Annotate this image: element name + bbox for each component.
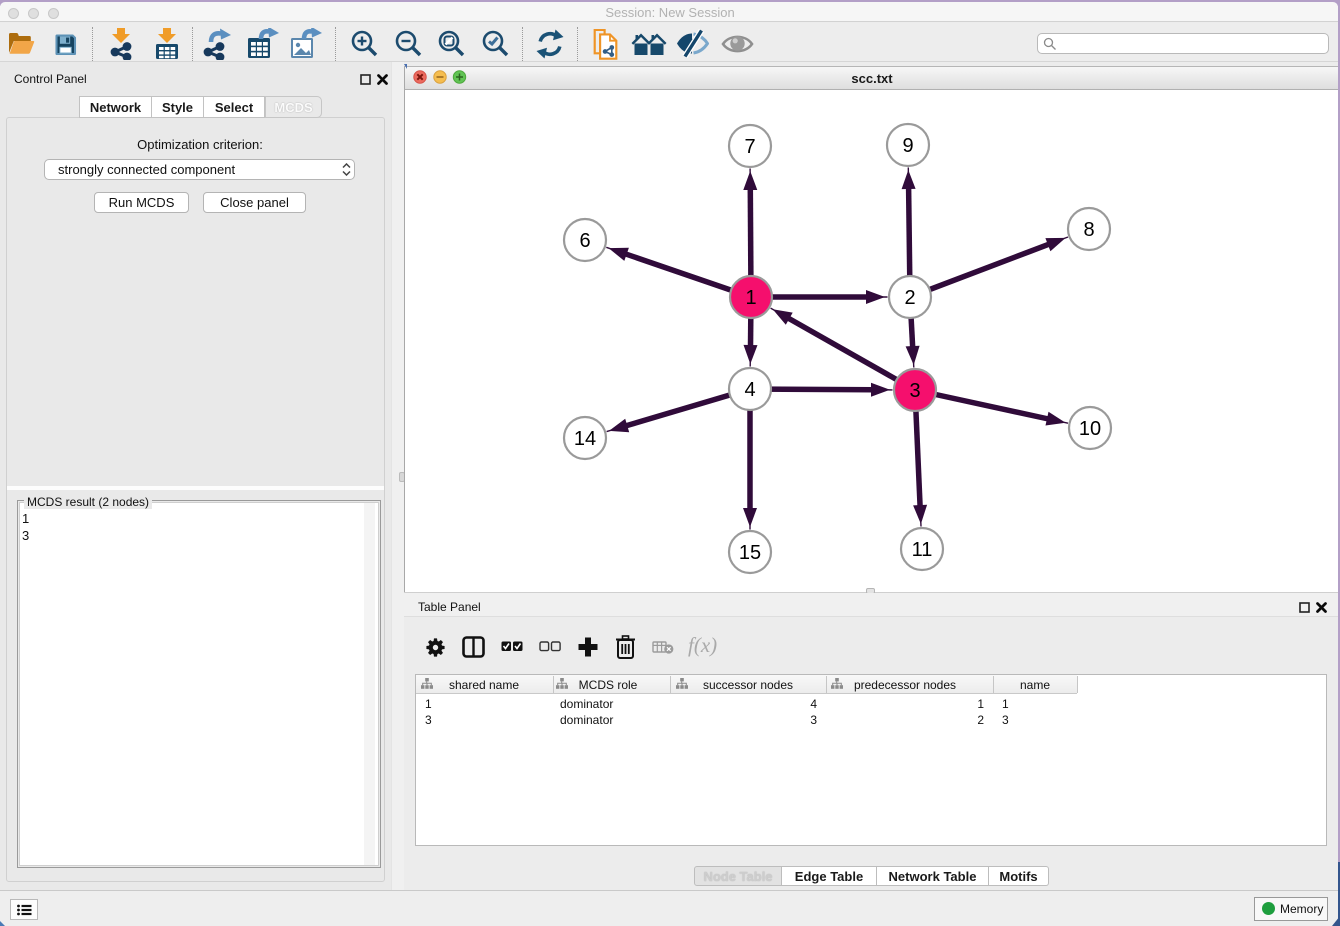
svg-text:1: 1 (745, 287, 756, 309)
svg-text:4: 4 (744, 379, 755, 401)
svg-text:2: 2 (904, 287, 915, 309)
svg-text:3: 3 (909, 380, 920, 402)
svg-text:6: 6 (579, 230, 590, 252)
svg-text:10: 10 (1079, 418, 1101, 440)
svg-text:8: 8 (1083, 219, 1094, 241)
svg-text:9: 9 (902, 135, 913, 157)
svg-text:14: 14 (574, 428, 596, 450)
svg-text:15: 15 (739, 542, 761, 564)
svg-text:11: 11 (912, 539, 933, 561)
svg-text:7: 7 (744, 136, 755, 158)
